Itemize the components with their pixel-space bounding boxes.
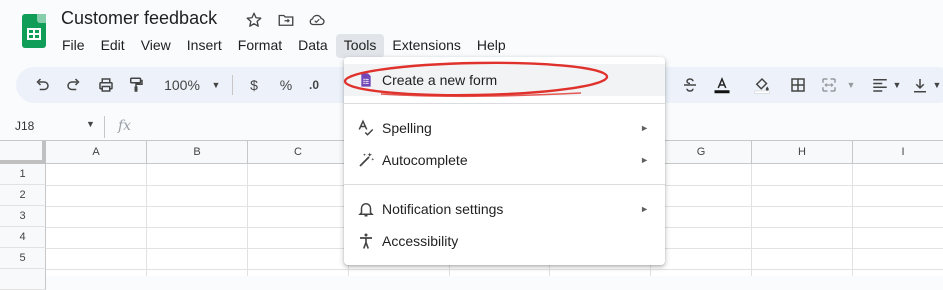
submenu-arrow-icon: ►: [640, 204, 649, 214]
grid-line: [146, 164, 147, 276]
grid-line: [46, 269, 943, 270]
menu-item-autocomplete[interactable]: Autocomplete ►: [344, 144, 665, 176]
zoom-select[interactable]: 100%: [162, 67, 202, 103]
menu-tools[interactable]: Tools: [335, 34, 385, 58]
zoom-dropdown-icon[interactable]: ▼: [210, 67, 222, 103]
borders-icon[interactable]: [788, 67, 808, 103]
menu-separator: [344, 184, 665, 185]
menu-separator: [344, 103, 665, 104]
column-header-b[interactable]: B: [147, 141, 248, 164]
submenu-arrow-icon: ►: [640, 155, 649, 165]
column-header-a[interactable]: A: [46, 141, 147, 164]
accessibility-icon: [356, 231, 376, 251]
move-to-folder-icon[interactable]: [276, 10, 296, 30]
row-header-1[interactable]: 1: [0, 164, 46, 185]
menu-format[interactable]: Format: [230, 34, 290, 58]
menu-data[interactable]: Data: [290, 34, 336, 58]
column-header-c[interactable]: C: [248, 141, 349, 164]
submenu-arrow-icon: ►: [640, 123, 649, 133]
star-icon[interactable]: [244, 10, 264, 30]
annotation-highlight-ellipse: [343, 61, 609, 98]
column-header-i[interactable]: I: [853, 141, 943, 164]
decrease-decimal-button[interactable]: .0: [306, 67, 322, 103]
grid-line: [751, 164, 752, 276]
menu-item-label: Autocomplete: [382, 152, 468, 168]
sheets-logo-icon[interactable]: [22, 14, 46, 48]
column-header-h[interactable]: H: [752, 141, 853, 164]
fx-icon: fx: [118, 118, 132, 134]
menu-edit[interactable]: Edit: [93, 34, 133, 58]
select-all-corner[interactable]: [0, 141, 46, 164]
menu-item-label: Notification settings: [382, 201, 504, 217]
toolbar-divider: [232, 75, 233, 95]
currency-format-button[interactable]: $: [246, 67, 262, 103]
menu-help[interactable]: Help: [469, 34, 514, 58]
text-color-icon[interactable]: [710, 67, 734, 103]
grid-line: [852, 164, 853, 276]
bell-icon: [356, 199, 376, 219]
name-box[interactable]: J18: [15, 119, 34, 133]
menu-item-label: Accessibility: [382, 233, 459, 249]
menu-view[interactable]: View: [133, 34, 179, 58]
menu-item-spelling[interactable]: Spelling ►: [344, 112, 665, 144]
row-header-6[interactable]: [0, 269, 46, 290]
percent-format-button[interactable]: %: [278, 67, 294, 103]
menu-extensions[interactable]: Extensions: [384, 34, 468, 58]
row-header-5[interactable]: 5: [0, 248, 46, 269]
grid-line: [247, 164, 248, 276]
menu-bar: File Edit View Insert Format Data Tools …: [54, 34, 514, 58]
strikethrough-icon[interactable]: [680, 67, 700, 103]
name-box-dropdown-icon[interactable]: ▼: [86, 119, 95, 129]
column-header-g[interactable]: G: [651, 141, 752, 164]
formula-divider: [104, 116, 105, 138]
spellcheck-icon: [356, 118, 376, 138]
merge-cells-icon[interactable]: [819, 67, 839, 103]
row-header-4[interactable]: 4: [0, 227, 46, 248]
menu-item-notification-settings[interactable]: Notification settings ►: [344, 193, 665, 225]
row-header-3[interactable]: 3: [0, 206, 46, 227]
paint-format-icon[interactable]: [126, 67, 146, 103]
align-dropdown-icon[interactable]: ▼: [892, 67, 902, 103]
menu-item-accessibility[interactable]: Accessibility: [344, 225, 665, 257]
menu-file[interactable]: File: [54, 34, 93, 58]
undo-icon[interactable]: [32, 67, 52, 103]
menu-item-label: Spelling: [382, 120, 432, 136]
redo-icon[interactable]: [64, 67, 84, 103]
fill-color-icon[interactable]: [752, 67, 772, 103]
document-title[interactable]: Customer feedback: [61, 8, 217, 29]
magic-wand-icon: [356, 150, 376, 170]
merge-dropdown-icon[interactable]: ▼: [846, 67, 856, 103]
row-header-2[interactable]: 2: [0, 185, 46, 206]
horizontal-align-icon[interactable]: [870, 67, 890, 103]
cloud-status-icon[interactable]: [307, 10, 327, 30]
menu-insert[interactable]: Insert: [179, 34, 230, 58]
vertical-align-icon[interactable]: [910, 67, 930, 103]
print-icon[interactable]: [96, 67, 116, 103]
valign-dropdown-icon[interactable]: ▼: [932, 67, 942, 103]
